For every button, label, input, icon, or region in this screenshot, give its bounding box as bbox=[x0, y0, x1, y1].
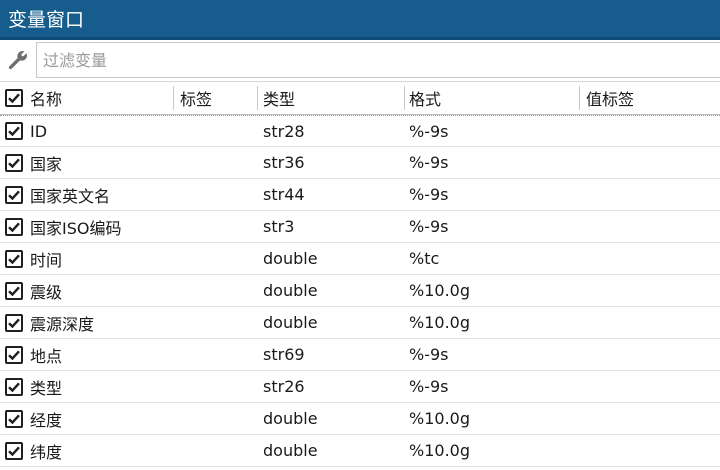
variable-format: %-9s bbox=[409, 345, 449, 364]
checkmark-icon bbox=[8, 93, 20, 104]
variable-name: 震级 bbox=[30, 282, 63, 302]
variable-name: 国家ISO编码 bbox=[30, 218, 122, 238]
column-divider[interactable] bbox=[257, 86, 258, 110]
variable-format: %10.0g bbox=[409, 441, 470, 460]
wrench-icon[interactable] bbox=[6, 48, 30, 72]
variable-format: %-9s bbox=[409, 185, 449, 204]
checkmark-icon bbox=[8, 253, 20, 264]
column-header-label[interactable]: 标签 bbox=[180, 82, 212, 114]
column-divider[interactable] bbox=[173, 86, 174, 110]
variable-type: str36 bbox=[263, 153, 305, 172]
window-title: 变量窗口 bbox=[8, 9, 85, 31]
variable-checkbox[interactable] bbox=[5, 217, 23, 236]
variable-type: str69 bbox=[263, 345, 305, 364]
variable-type: double bbox=[263, 409, 318, 428]
table-row[interactable]: 类型 str26 %-9s bbox=[0, 371, 720, 403]
variable-format: %10.0g bbox=[409, 409, 470, 428]
checkmark-icon bbox=[8, 126, 20, 137]
table-row[interactable]: 国家 str36 %-9s bbox=[0, 147, 720, 179]
variable-type: str3 bbox=[263, 217, 295, 236]
table-row[interactable]: 时间 double %tc bbox=[0, 243, 720, 275]
variable-format: %-9s bbox=[409, 121, 449, 141]
variable-type: double bbox=[263, 249, 318, 268]
table-row[interactable]: 国家英文名 str44 %-9s bbox=[0, 179, 720, 211]
variable-name: 震源深度 bbox=[30, 314, 95, 334]
variable-checkbox[interactable] bbox=[5, 345, 23, 364]
variable-type: str28 bbox=[263, 121, 305, 141]
checkmark-icon bbox=[8, 349, 20, 360]
checkmark-icon bbox=[8, 221, 20, 232]
variable-checkbox[interactable] bbox=[5, 185, 23, 204]
variable-name: 地点 bbox=[30, 346, 63, 366]
variable-checkbox[interactable] bbox=[5, 122, 23, 140]
variable-checkbox[interactable] bbox=[5, 153, 23, 172]
variable-type: str26 bbox=[263, 377, 305, 396]
variable-format: %-9s bbox=[409, 217, 449, 236]
variable-format: %10.0g bbox=[409, 313, 470, 332]
variable-type: double bbox=[263, 313, 318, 332]
table-row[interactable]: 震级 double %10.0g bbox=[0, 275, 720, 307]
variable-checkbox[interactable] bbox=[5, 281, 23, 300]
variable-name: 纬度 bbox=[30, 442, 63, 462]
select-all-checkbox[interactable] bbox=[5, 89, 23, 107]
table-row[interactable]: 地点 str69 %-9s bbox=[0, 339, 720, 371]
checkmark-icon bbox=[8, 317, 20, 328]
table-row[interactable]: ID str28 %-9s bbox=[0, 115, 720, 147]
variable-checkbox[interactable] bbox=[5, 441, 23, 460]
variables-table: 名称 标签 类型 格式 值标签 ID str28 %-9s 国家 str36 %-9s 国家… bbox=[0, 81, 720, 467]
checkmark-icon bbox=[8, 413, 20, 424]
variable-format: %10.0g bbox=[409, 281, 470, 300]
variable-name: 国家 bbox=[30, 154, 63, 174]
column-header-format[interactable]: 格式 bbox=[409, 82, 441, 114]
column-divider[interactable] bbox=[579, 86, 580, 110]
checkmark-icon bbox=[8, 157, 20, 168]
variable-format: %-9s bbox=[409, 377, 449, 396]
variable-type: double bbox=[263, 281, 318, 300]
table-row[interactable]: 经度 double %10.0g bbox=[0, 403, 720, 435]
column-divider[interactable] bbox=[404, 86, 405, 110]
variable-checkbox[interactable] bbox=[5, 313, 23, 332]
column-header-value-label[interactable]: 值标签 bbox=[586, 82, 634, 114]
title-bar: 变量窗口 bbox=[0, 0, 720, 37]
column-header-type[interactable]: 类型 bbox=[263, 82, 295, 114]
filter-bar bbox=[0, 40, 720, 81]
variable-format: %-9s bbox=[409, 153, 449, 172]
checkmark-icon bbox=[8, 189, 20, 200]
variable-name: 时间 bbox=[30, 250, 63, 270]
variable-format: %tc bbox=[409, 249, 440, 268]
table-header: 名称 标签 类型 格式 值标签 bbox=[0, 81, 720, 115]
variable-checkbox[interactable] bbox=[5, 377, 23, 396]
variable-name: ID bbox=[30, 121, 48, 141]
filter-variables-input[interactable] bbox=[36, 42, 720, 78]
checkmark-icon bbox=[8, 381, 20, 392]
variable-type: double bbox=[263, 441, 318, 460]
table-row[interactable]: 国家ISO编码 str3 %-9s bbox=[0, 211, 720, 243]
variable-checkbox[interactable] bbox=[5, 409, 23, 428]
checkmark-icon bbox=[8, 445, 20, 456]
variable-type: str44 bbox=[263, 185, 305, 204]
variable-name: 经度 bbox=[30, 410, 63, 430]
table-row[interactable]: 震源深度 double %10.0g bbox=[0, 307, 720, 339]
checkmark-icon bbox=[8, 285, 20, 296]
variable-name: 类型 bbox=[30, 378, 63, 398]
column-header-name[interactable]: 名称 bbox=[30, 82, 62, 114]
variable-rows: ID str28 %-9s 国家 str36 %-9s 国家英文名 str44 %-9s 国家IS… bbox=[0, 115, 720, 467]
table-row[interactable]: 纬度 double %10.0g bbox=[0, 435, 720, 467]
variable-checkbox[interactable] bbox=[5, 249, 23, 268]
variable-name: 国家英文名 bbox=[30, 186, 111, 206]
